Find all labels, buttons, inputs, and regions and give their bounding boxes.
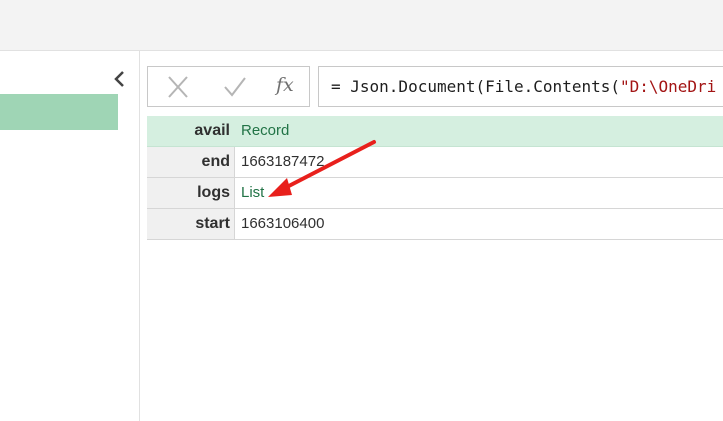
formula-buttons: fx bbox=[147, 66, 310, 107]
selected-query-item[interactable] bbox=[0, 94, 118, 130]
close-x-icon[interactable] bbox=[164, 74, 192, 100]
record-row-logs[interactable]: logs List bbox=[147, 178, 723, 209]
record-row-end[interactable]: end 1663187472 bbox=[147, 147, 723, 178]
record-row-avail[interactable]: avail Record bbox=[147, 116, 723, 147]
ribbon-area bbox=[0, 0, 723, 51]
formula-text: = Json.Document(File.Contents("D:\OneDri bbox=[331, 77, 716, 96]
fx-icon[interactable]: fx bbox=[276, 74, 294, 96]
row-key: start bbox=[147, 209, 235, 239]
chevron-left-icon[interactable] bbox=[112, 69, 128, 89]
record-row-start[interactable]: start 1663106400 bbox=[147, 209, 723, 240]
formula-input[interactable]: = Json.Document(File.Contents("D:\OneDri bbox=[318, 66, 723, 107]
row-key: end bbox=[147, 147, 235, 177]
value-link[interactable]: List bbox=[241, 178, 264, 208]
value-cell: 1663106400 bbox=[241, 215, 325, 232]
row-key: logs bbox=[147, 178, 235, 208]
record-grid: avail Record end 1663187472 logs List start 166… bbox=[147, 116, 723, 240]
checkmark-icon[interactable] bbox=[221, 74, 249, 100]
formula-string-literal: "D:\OneDri bbox=[619, 77, 717, 96]
value-link[interactable]: Record bbox=[241, 116, 289, 146]
formula-prefix: = Json.Document(File.Contents( bbox=[331, 77, 620, 96]
value-cell: 1663187472 bbox=[241, 153, 325, 170]
row-key: avail bbox=[147, 116, 235, 146]
power-query-editor: fx = Json.Document(File.Contents("D:\One… bbox=[0, 0, 723, 421]
